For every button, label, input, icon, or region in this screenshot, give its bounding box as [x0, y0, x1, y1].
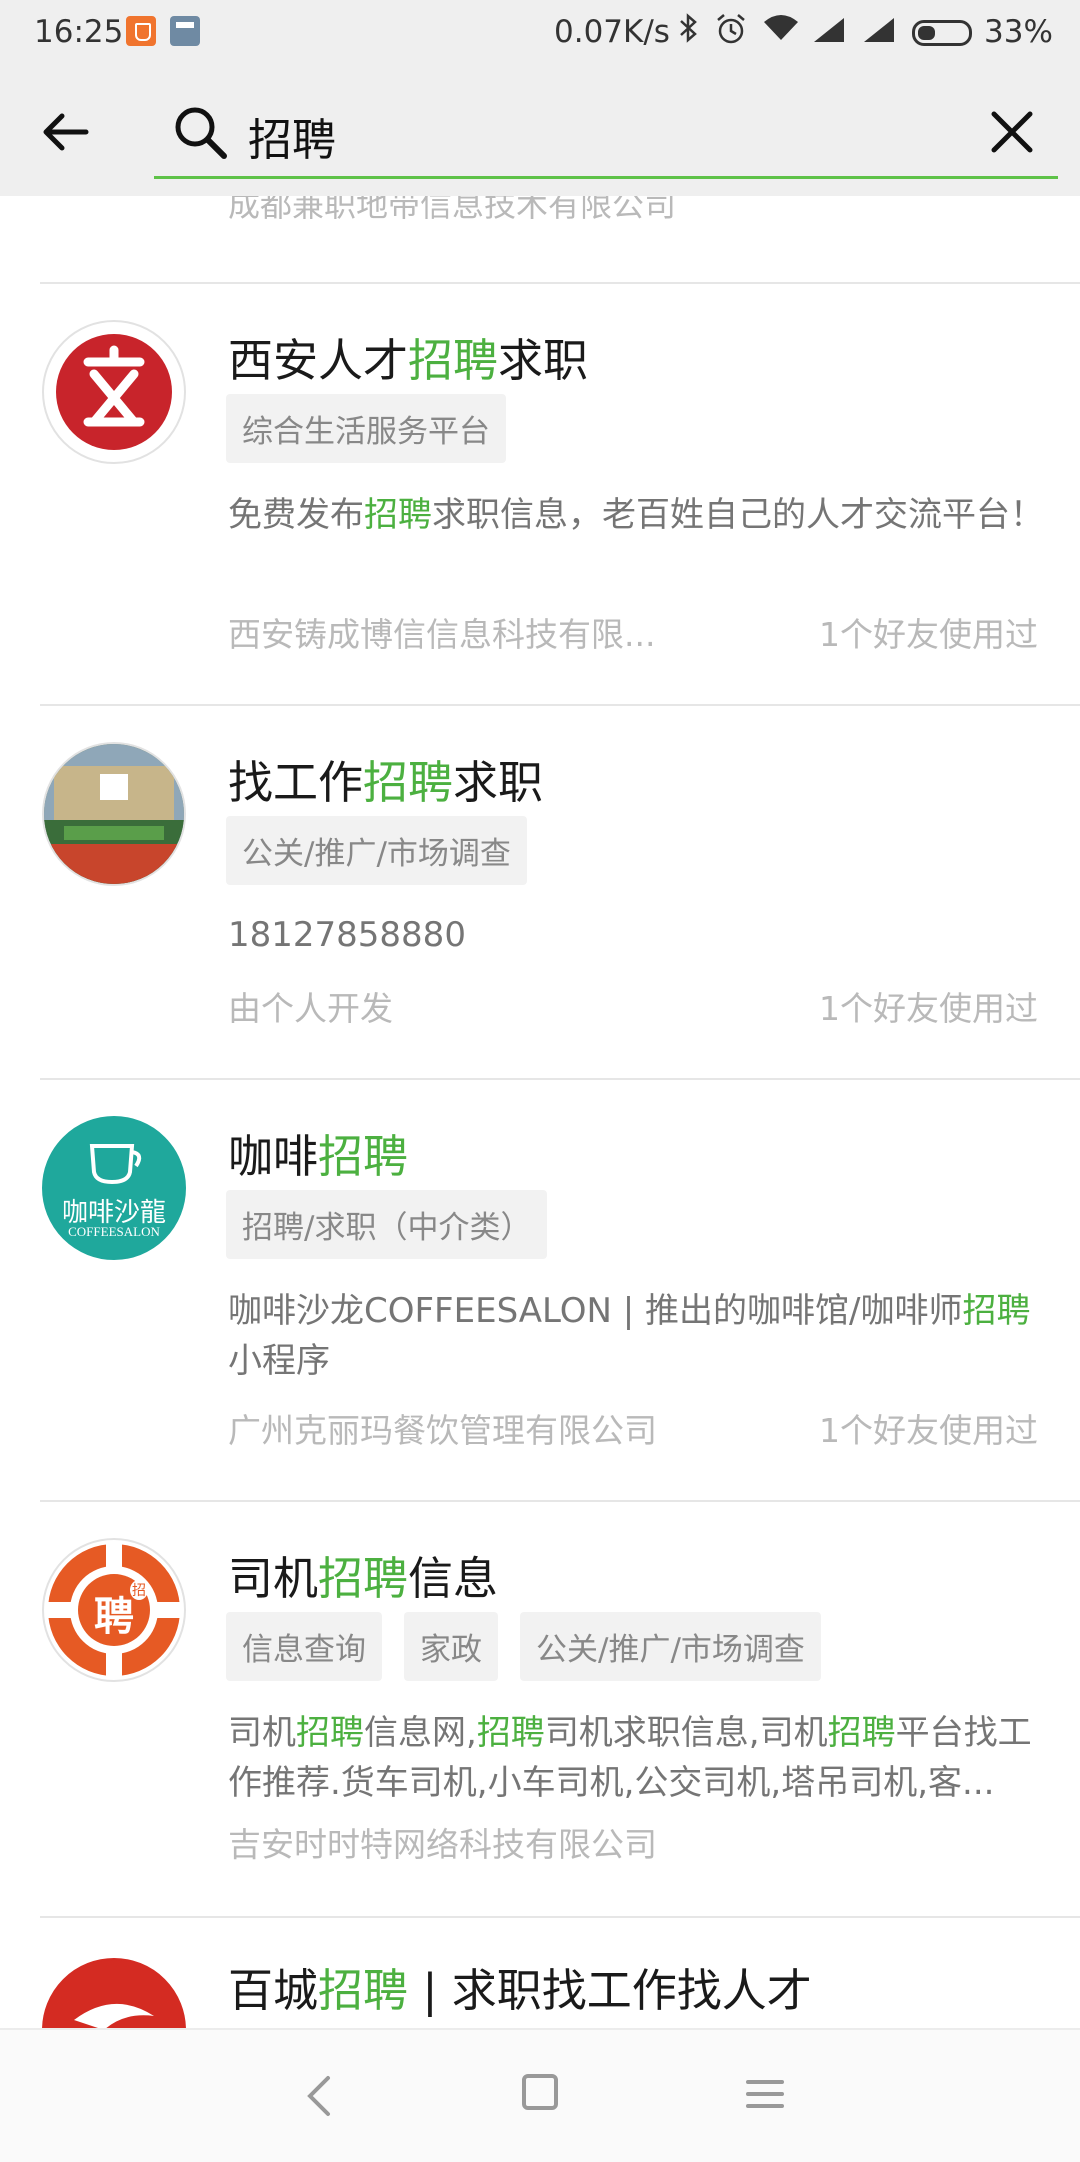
result-item-xian-talent[interactable]: 西安人才招聘求职 综合生活服务平台 免费发布招聘求职信息，老百姓自己的人才交流平…: [0, 284, 1080, 704]
search-header: 招聘: [0, 66, 1080, 196]
friends-used: 1个好友使用过: [819, 1411, 1038, 1450]
status-time: 16:25: [34, 14, 124, 50]
coffee-salon-logo: 咖啡沙龍 COFFEESALON: [42, 1116, 186, 1260]
driver-recruit-logo: 聘 招: [42, 1538, 186, 1682]
developer-name: 吉安时时特网络科技有限公司: [228, 1825, 657, 1864]
xian-talent-logo: [42, 320, 186, 464]
result-description: 免费发布招聘求职信息，老百姓自己的人才交流平台！: [228, 495, 1044, 535]
result-title: 找工作招聘求职: [228, 756, 544, 809]
result-title: 百城招聘 | 求职找工作找人才: [228, 1964, 812, 2017]
category-tag: 招聘/求职（中介类）: [226, 1190, 548, 1259]
nav-home-icon[interactable]: [522, 2074, 558, 2110]
shield-icon: [126, 16, 156, 46]
signal-icon: [862, 16, 896, 52]
category-tag: 公关/推广/市场调查: [226, 816, 527, 885]
tag-list: 招聘/求职（中介类）: [226, 1190, 548, 1259]
result-title: 西安人才招聘求职: [228, 334, 589, 387]
search-icon: [172, 104, 228, 160]
result-item-baicheng[interactable]: 百城招聘 | 求职找工作找人才: [0, 1918, 1080, 2028]
bluetooth-icon: [678, 12, 700, 52]
category-tag: 公关/推广/市场调查: [520, 1612, 821, 1681]
category-tag: 信息查询: [226, 1612, 382, 1681]
result-description: 咖啡沙龙COFFEESALON | 推出的咖啡馆/咖啡师招聘小程序: [228, 1291, 1031, 1381]
clear-icon[interactable]: [990, 110, 1034, 154]
developer-name: 广州克丽玛餐饮管理有限公司: [228, 1411, 657, 1450]
friends-used: 1个好友使用过: [819, 989, 1038, 1028]
job-fair-photo: [42, 742, 186, 886]
results-list[interactable]: 成都兼职地带信息技术有限公司 西安人才招聘求职 综合生活服务平台 免费发布招聘求…: [0, 196, 1080, 2028]
battery-icon: [912, 20, 972, 46]
search-input[interactable]: 招聘: [248, 104, 336, 168]
wifi-icon: [762, 12, 800, 50]
search-underline: [154, 176, 1058, 179]
nav-menu-icon[interactable]: [746, 2078, 784, 2110]
developer-name: 西安铸成博信信息科技有限...: [228, 615, 656, 654]
battery-percent: 33%: [984, 14, 1053, 50]
tag-list: 信息查询 家政 公关/推广/市场调查: [226, 1612, 821, 1681]
driver-logo-badge: 招: [130, 1580, 148, 1600]
result-description: 司机招聘信息网,招聘司机求职信息,司机招聘平台找工作推荐.货车司机,小车司机,公…: [228, 1713, 1032, 1803]
result-item-driver[interactable]: 聘 招 司机招聘信息 信息查询 家政 公关/推广/市场调查 司机招聘信息网,招聘…: [0, 1502, 1080, 1916]
result-title: 司机招聘信息: [228, 1552, 499, 1605]
back-arrow-icon[interactable]: [40, 106, 92, 158]
friends-used: 1个好友使用过: [819, 615, 1038, 654]
category-tag: 家政: [404, 1612, 498, 1681]
tag-list: 公关/推广/市场调查: [226, 816, 527, 885]
result-title: 咖啡招聘: [228, 1130, 409, 1183]
calculator-icon: [170, 16, 200, 46]
coffee-logo-subtext: COFFEESALON: [68, 1224, 160, 1239]
network-speed: 0.07K/s: [554, 14, 670, 50]
driver-logo-text: 聘: [94, 1594, 134, 1640]
tag-list: 综合生活服务平台: [226, 394, 506, 463]
result-item-coffee[interactable]: 咖啡沙龍 COFFEESALON 咖啡招聘 招聘/求职（中介类） 咖啡沙龙COF…: [0, 1080, 1080, 1500]
result-description: 18127858880: [228, 915, 466, 955]
nav-back-icon[interactable]: [300, 2074, 340, 2118]
partial-result-company: 成都兼职地带信息技术有限公司: [228, 196, 677, 224]
status-bar: 16:25 0.07K/s 33%: [0, 0, 1080, 66]
developer-name: 由个人开发: [228, 989, 393, 1028]
system-nav-bar: [0, 2028, 1080, 2162]
category-tag: 综合生活服务平台: [226, 394, 506, 463]
result-item-find-job[interactable]: 找工作招聘求职 公关/推广/市场调查 18127858880 由个人开发 1个好…: [0, 706, 1080, 1078]
alarm-icon: [714, 12, 748, 54]
signal-icon: [812, 16, 846, 52]
baicheng-logo: [42, 1958, 186, 2028]
